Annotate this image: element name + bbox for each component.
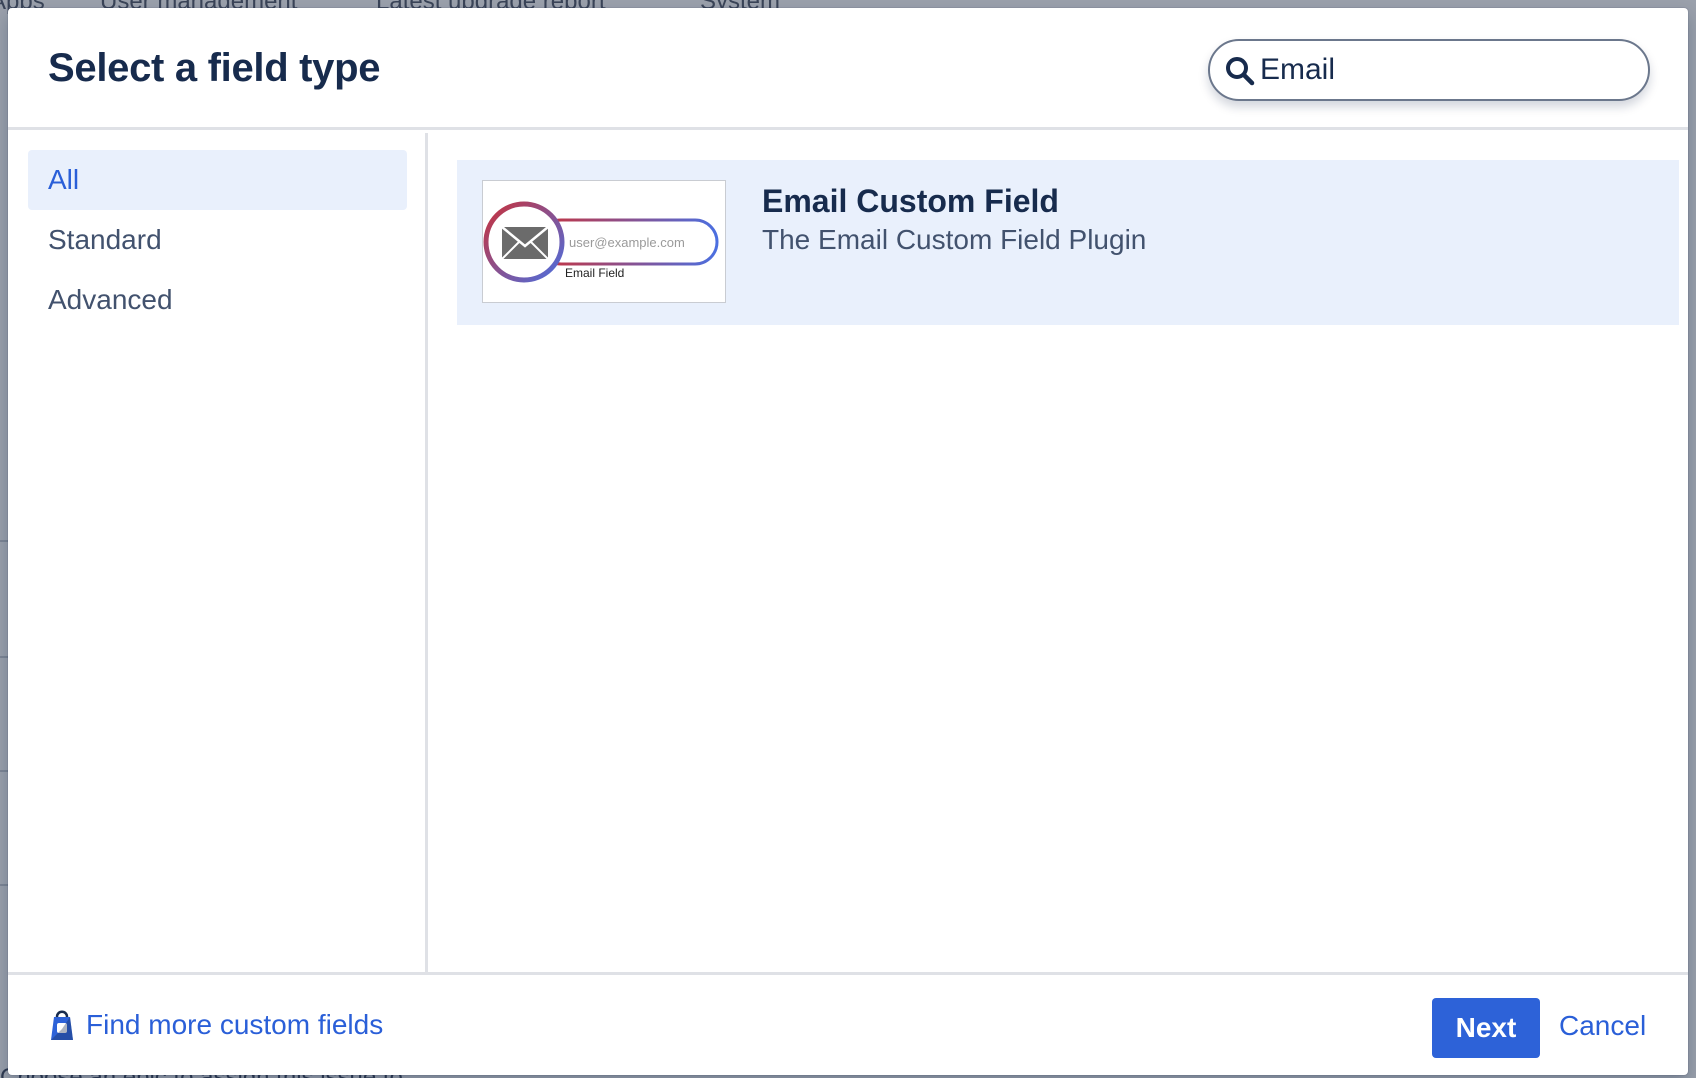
search-input[interactable]: [1260, 49, 1630, 91]
email-field-illustration: user@example.com Email Field: [483, 201, 719, 283]
dialog-header: Select a field type: [8, 8, 1688, 130]
bg-divider: [0, 770, 8, 772]
envelope-icon: [501, 226, 549, 260]
find-more-custom-fields-link[interactable]: Find more custom fields: [48, 1005, 383, 1045]
cancel-link[interactable]: Cancel: [1559, 1010, 1646, 1042]
search-box[interactable]: [1208, 39, 1650, 101]
field-type-name: Email Custom Field: [762, 183, 1059, 219]
dialog-title: Select a field type: [48, 46, 381, 90]
bg-divider: [0, 656, 8, 658]
sidebar-item-advanced[interactable]: Advanced: [28, 270, 407, 330]
search-icon: [1226, 57, 1255, 86]
field-type-list: user@example.com Email Field Email Custo…: [431, 133, 1688, 972]
next-button[interactable]: Next: [1432, 998, 1540, 1058]
bg-divider: [0, 540, 8, 542]
category-sidebar: All Standard Advanced: [8, 133, 428, 972]
find-more-label: Find more custom fields: [86, 1009, 384, 1040]
marketplace-bag-icon: [51, 1010, 73, 1040]
thumbnail-placeholder-text: user@example.com: [569, 235, 685, 250]
bg-divider: [0, 884, 8, 886]
field-type-card-email[interactable]: user@example.com Email Field Email Custo…: [457, 160, 1679, 325]
sidebar-item-standard[interactable]: Standard: [28, 210, 407, 270]
field-type-description: The Email Custom Field Plugin: [762, 224, 1147, 255]
dialog-footer: Find more custom fields Next Cancel: [8, 972, 1688, 1075]
select-field-type-dialog: Select a field type All Standard Advance…: [8, 8, 1688, 1075]
field-thumbnail: user@example.com Email Field: [482, 180, 726, 303]
thumbnail-caption: Email Field: [565, 266, 624, 280]
sidebar-item-all[interactable]: All: [28, 150, 407, 210]
